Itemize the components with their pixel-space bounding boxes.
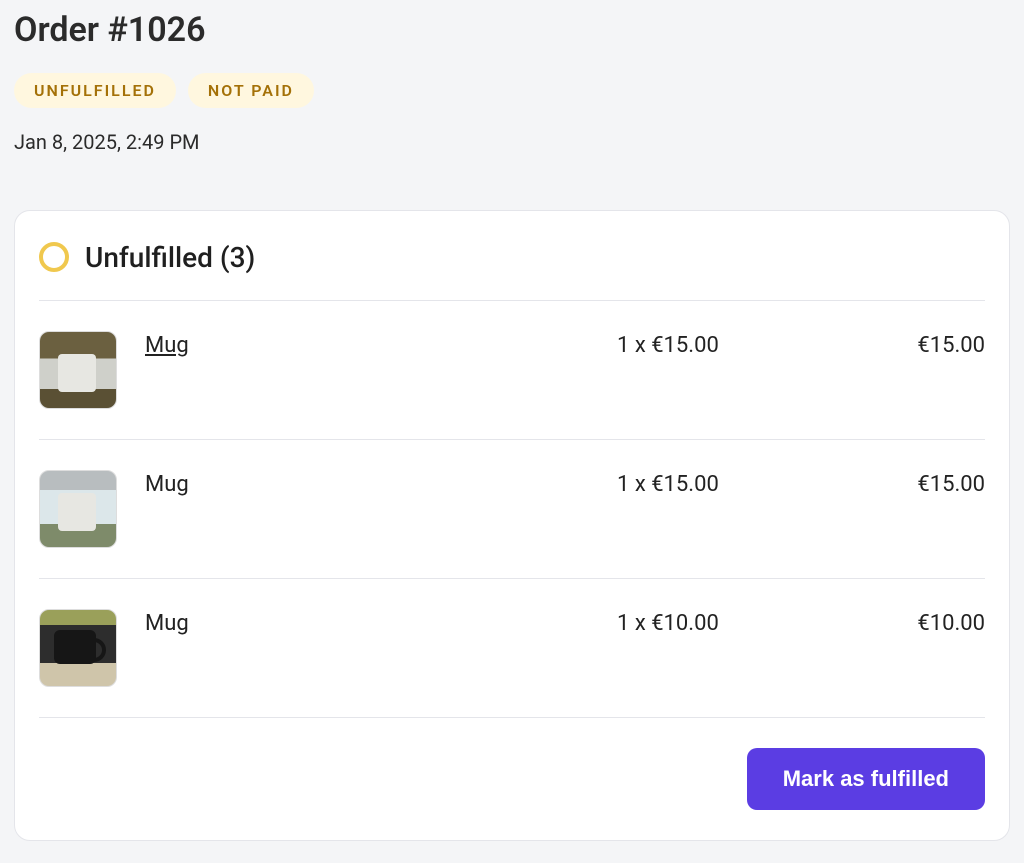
fulfillment-card-footer: Mark as fulfilled bbox=[39, 718, 985, 810]
product-thumbnail bbox=[39, 470, 117, 548]
fulfillment-card: Unfulfilled (3) Mug 1 x €15.00 €15.00 Mu… bbox=[14, 210, 1010, 841]
product-name-link[interactable]: Mug bbox=[145, 331, 589, 358]
line-items-list: Mug 1 x €15.00 €15.00 Mug 1 x €15.00 €15… bbox=[39, 300, 985, 718]
line-item-qty-price: 1 x €10.00 bbox=[617, 609, 837, 636]
line-item: Mug 1 x €10.00 €10.00 bbox=[39, 578, 985, 718]
mark-as-fulfilled-button[interactable]: Mark as fulfilled bbox=[747, 748, 985, 810]
product-name: Mug bbox=[145, 609, 589, 636]
product-thumbnail bbox=[39, 609, 117, 687]
line-item-total: €15.00 bbox=[865, 331, 985, 358]
status-badges: UNFULFILLED NOT PAID bbox=[14, 73, 1010, 108]
line-item-qty-price: 1 x €15.00 bbox=[617, 331, 837, 358]
unfulfilled-status-icon bbox=[39, 242, 69, 272]
fulfillment-section-title: Unfulfilled (3) bbox=[85, 241, 255, 274]
fulfillment-status-badge: UNFULFILLED bbox=[14, 73, 176, 108]
line-item: Mug 1 x €15.00 €15.00 bbox=[39, 300, 985, 439]
line-item-total: €10.00 bbox=[865, 609, 985, 636]
product-name: Mug bbox=[145, 470, 589, 497]
line-item-qty-price: 1 x €15.00 bbox=[617, 470, 837, 497]
page-title: Order #1026 bbox=[14, 0, 1010, 51]
fulfillment-section-header: Unfulfilled (3) bbox=[39, 241, 985, 300]
line-item: Mug 1 x €15.00 €15.00 bbox=[39, 439, 985, 578]
order-timestamp: Jan 8, 2025, 2:49 PM bbox=[14, 130, 1010, 154]
payment-status-badge: NOT PAID bbox=[188, 73, 314, 108]
product-thumbnail bbox=[39, 331, 117, 409]
line-item-total: €15.00 bbox=[865, 470, 985, 497]
